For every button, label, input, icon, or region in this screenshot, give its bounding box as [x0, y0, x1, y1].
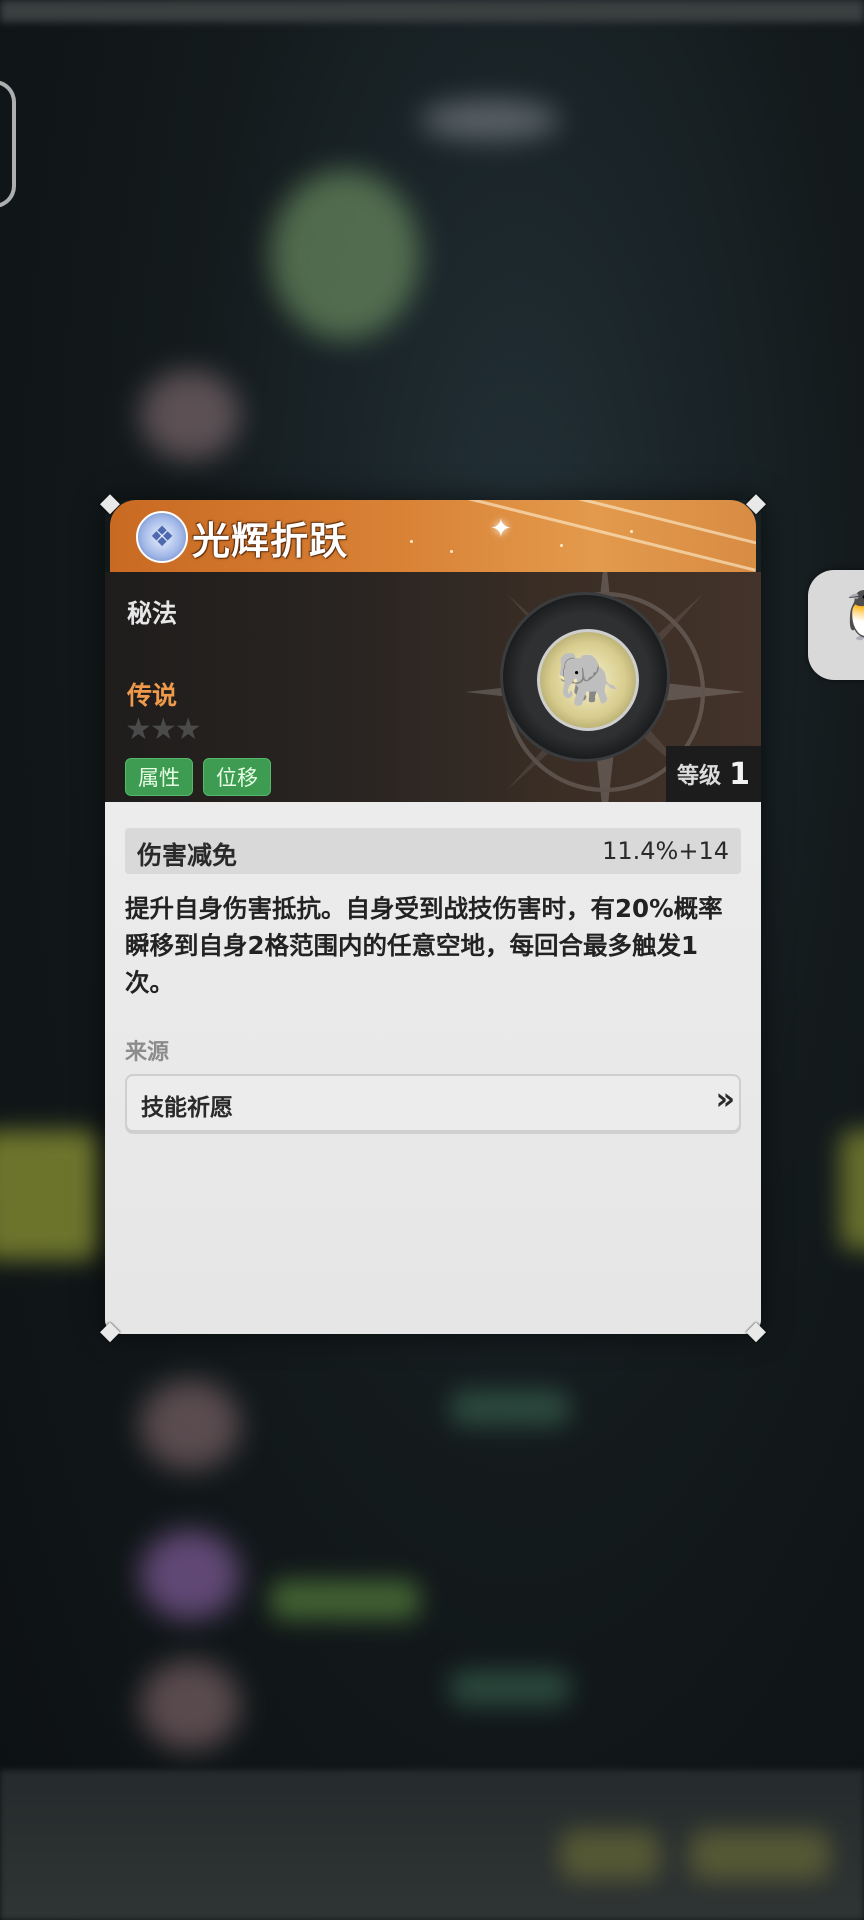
tag-list: 属性 位移 — [125, 758, 271, 796]
star-rating: ★★★ — [125, 712, 202, 747]
sparkle-dot — [450, 550, 453, 553]
stat-name: 伤害减免 — [137, 841, 238, 870]
bg-blur-shape — [560, 1830, 660, 1880]
skill-icon-frame: 🐘 — [500, 592, 670, 762]
skill-detail-card: ✦ ❖ 光辉折跃 秘法 传说 ★★★ 属性 位移 🐘 等级 1 伤害减免 11.… — [100, 490, 766, 1344]
corner-ornament-icon: ◆ — [746, 488, 766, 518]
sparkle-dot — [410, 540, 413, 543]
bg-blur-shape — [420, 100, 560, 140]
bg-blur-shape — [690, 1830, 830, 1880]
rarity-label: 传说 — [127, 681, 178, 710]
skill-title: 光辉折跃 — [192, 519, 349, 563]
corner-ornament-icon: ◆ — [100, 1316, 120, 1346]
skill-description: 提升自身伤害抵抗。自身受到战技伤害时，有20%概率瞬移到自身2格范围内的任意空地… — [125, 894, 723, 997]
level-value: 1 — [729, 756, 750, 792]
source-button-label: 技能祈愿 — [141, 1095, 233, 1121]
bg-blur-shape — [140, 370, 240, 460]
corner-ornament-icon: ◆ — [746, 1316, 766, 1346]
tag-attribute: 属性 — [125, 758, 193, 796]
crystal-icon: ❖ — [136, 511, 188, 563]
sparkle-dot — [630, 530, 633, 533]
elephant-icon: 🐘 — [537, 629, 639, 731]
stat-value: 11.4%+14 — [602, 837, 729, 865]
card-header: ✦ ❖ 光辉折跃 — [110, 500, 756, 572]
sparkle-dot — [560, 544, 563, 547]
double-chevron-right-icon: » — [715, 1082, 736, 1117]
level-label: 等级 — [677, 764, 722, 789]
bg-blur-shape — [840, 1130, 864, 1250]
bg-blur-shape — [270, 1580, 420, 1620]
bg-blur-shape — [140, 1380, 240, 1470]
stat-row: 伤害减免 11.4%+14 — [125, 828, 741, 874]
bg-blur-shape — [0, 1130, 100, 1260]
back-edge-handle[interactable] — [0, 80, 16, 208]
floating-assistant-button[interactable]: 🐧 — [808, 570, 864, 680]
card-info-panel: 秘法 传说 ★★★ 属性 位移 🐘 等级 1 — [105, 572, 761, 802]
bg-blur-shape — [450, 1670, 570, 1706]
status-bar-strip — [0, 0, 864, 22]
sparkle-icon: ✦ — [490, 514, 512, 544]
source-skill-wish-button[interactable]: 技能祈愿 » — [125, 1074, 741, 1132]
bg-blur-shape — [140, 1530, 240, 1620]
penguin-icon: 🐧 — [836, 592, 864, 640]
level-box: 等级 1 — [666, 746, 761, 802]
corner-ornament-icon: ◆ — [100, 488, 120, 518]
card-body: 伤害减免 11.4%+14 提升自身伤害抵抗。自身受到战技伤害时，有20%概率瞬… — [105, 802, 761, 1334]
source-label: 来源 — [125, 1040, 170, 1065]
bg-blur-shape — [270, 170, 420, 340]
bg-blur-shape — [140, 1660, 240, 1750]
skill-type-label: 秘法 — [127, 599, 178, 628]
bg-blur-shape — [450, 1390, 570, 1426]
tag-displacement: 位移 — [203, 758, 271, 796]
